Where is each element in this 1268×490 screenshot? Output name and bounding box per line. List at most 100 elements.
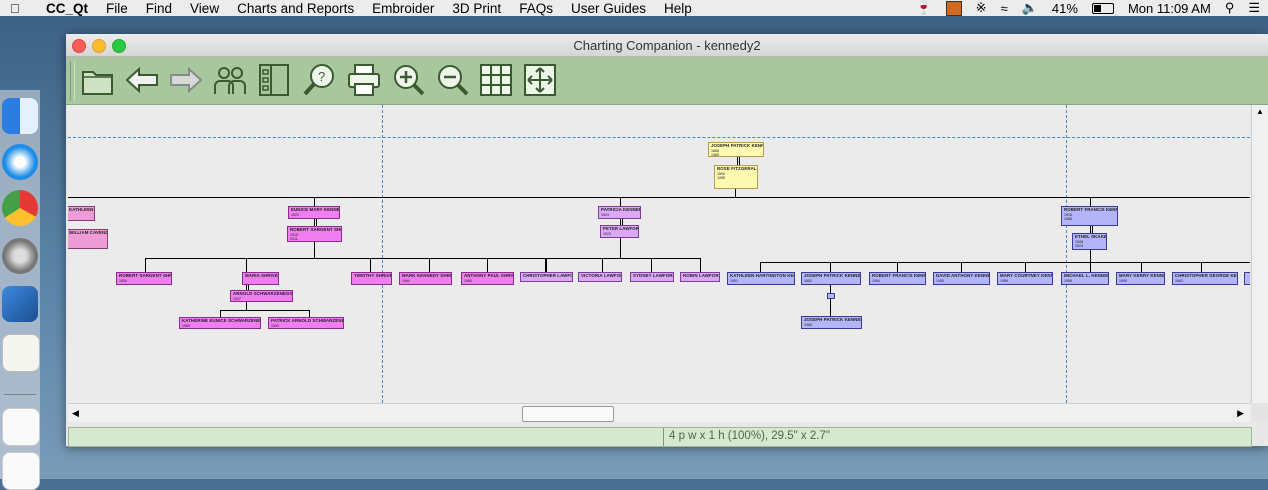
spotlight-search-icon[interactable]: ⚲ [1225,0,1235,16]
clock[interactable]: Mon 11:09 AM [1128,1,1211,16]
menu-charts-and-reports[interactable]: Charts and Reports [237,1,354,16]
horizontal-scrollbar[interactable]: ◀ ▶ [68,403,1250,422]
wine-glass-icon[interactable]: 🍷 [915,0,931,16]
person-box[interactable]: KATHLEEN HARTINGTON KENNEDY 1951 [727,272,795,285]
dock-window-icon[interactable] [2,452,40,490]
bluetooth-icon[interactable]: ※ [976,0,987,16]
person-box[interactable]: MARIA SHRIVER [242,272,279,285]
battery-percent[interactable]: 41% [1052,1,1078,16]
person-box[interactable]: WILLIAM CAVENDISH [68,229,108,249]
menu-view[interactable]: View [190,1,219,16]
help-button[interactable]: ? [302,62,338,98]
scroll-right-icon[interactable]: ▶ [1237,408,1244,419]
person-name: JOSEPH PATRICK KENNEDY III [804,317,861,322]
menu-find[interactable]: Find [146,1,172,16]
menu-app-name[interactable]: CC_Qt [46,1,88,16]
person-date: 1956 [1000,278,1008,283]
person-box[interactable]: SYDNEY LAWFORD [630,272,674,282]
person-box[interactable]: MARY COURTNEY KENNEDY 1956 [997,272,1053,285]
person-date: 1952 [804,278,812,283]
toolbar-grip[interactable] [70,61,75,101]
menu-user-guides[interactable]: User Guides [571,1,646,16]
children-line-shriver [145,258,545,259]
connector-line [1201,262,1202,272]
person-box[interactable]: VICTORIA LAWFORD [578,272,622,282]
system-preferences-icon[interactable] [2,238,38,274]
person-date: 1989 [182,323,190,328]
person-box[interactable]: ROBERT FRANCIS KENNEDY 1954 [869,272,926,285]
zoom-in-button[interactable] [390,62,426,98]
grid-button[interactable] [478,62,514,98]
app-status-icon[interactable] [945,0,962,16]
finder-icon[interactable] [2,98,38,134]
person-box[interactable]: JOSEPH PATRICK KENNEDY II 1952 [801,272,861,285]
connector-line [246,258,247,272]
person-box[interactable]: CHRISTOPHER LAWFORD [520,272,573,282]
charting-companion-window: Charting Companion - kennedy2 ? JOSEPH P… [66,34,1268,447]
scroll-up-icon[interactable]: ▲ [1256,107,1264,116]
person-date: 1963 [1175,278,1183,283]
person-box[interactable]: KATHERINE EUNICE SCHWARZENEGGER 1989 [179,317,261,329]
menu-file[interactable]: File [106,1,128,16]
person-box[interactable]: ANTHONY PAUL SHRIVER 1965 [461,272,514,285]
print-button[interactable] [346,62,382,98]
textedit-icon[interactable] [2,334,40,372]
person-box[interactable]: MARY KERRY KENNEDY 1959 [1116,272,1165,285]
apple-menu-icon[interactable]:  [10,1,24,16]
person-box[interactable]: ARNOLD SCHWARZENEGGER 1947 [230,290,293,302]
person-box[interactable]: DAVID ANTHONY KENNEDY 1955 [933,272,990,285]
person-box[interactable]: MARK KENNEDY SHRIVER 1964 [399,272,452,285]
person-box[interactable]: ROSE FITZGERALD 1890 1995 [714,165,758,189]
person-box[interactable]: JOSEPH PATRICK KENNEDY 1888 1969 [708,142,764,157]
dock-document-icon[interactable] [2,408,40,446]
person-name: KATHLEEN HARTINGTON KENNEDY [730,273,794,278]
person-box[interactable]: ROBERT SARGENT SHRIVER 1915 2011 [287,226,342,242]
chart-canvas[interactable]: JOSEPH PATRICK KENNEDY 1888 1969 ROSE FI… [68,105,1250,403]
wifi-icon[interactable]: ≈ [1001,1,1008,16]
battery-icon[interactable] [1091,2,1114,14]
fit-to-window-button[interactable] [522,62,558,98]
person-box[interactable]: KATHLEEN KENNEDY [68,206,95,221]
person-box[interactable]: EUNICE MARY KENNEDY 1921 [288,206,340,219]
connector-line [370,258,371,272]
status-separator [663,428,664,446]
menu-3d-print[interactable]: 3D Print [452,1,501,16]
chrome-icon[interactable] [2,190,38,226]
person-box[interactable]: PATRICK ARNOLD SCHWARZENEGGER 1993 [268,317,344,329]
list-view-button[interactable] [256,62,292,98]
vertical-scrollbar[interactable]: ▲ [1251,105,1268,403]
person-box[interactable]: ROBIN LAWFORD [680,272,720,282]
person-date: 1969 [711,153,719,157]
notification-center-icon[interactable]: ☰ [1248,0,1260,16]
person-name: MICHAEL L. KENNEDY [1064,273,1109,278]
menu-embroider[interactable]: Embroider [372,1,434,16]
list-icon [259,64,289,96]
people-button[interactable] [212,62,248,98]
scroll-left-icon[interactable]: ◀ [72,408,79,419]
person-box[interactable]: TIMOTHY SHRIVER [351,272,392,285]
connector-line [737,156,738,165]
grid-icon [480,64,512,96]
safari-icon[interactable] [2,144,38,180]
forward-button[interactable] [168,62,204,98]
open-folder-button[interactable] [80,62,116,98]
person-box[interactable]: ROBERT SARGENT SHRIVER 1954 [116,272,172,285]
person-box[interactable]: MICHAEL L. KENNEDY 1958 [1061,272,1109,285]
horizontal-scroll-thumb[interactable] [522,406,614,422]
xcode-icon[interactable] [2,286,38,322]
person-box[interactable]: CHRISTOPHER GEORGE KENNEDY 1963 [1172,272,1238,285]
menu-faqs[interactable]: FAQs [519,1,553,16]
person-box[interactable]: PATRICIA KENNEDY 1924 [598,206,641,219]
volume-icon[interactable]: 🔈 [1022,0,1038,16]
person-date: 1955 [936,278,944,283]
menu-help[interactable]: Help [664,1,692,16]
person-box[interactable]: ROBERT FRANCIS KENNEDY 1925 1968 [1061,206,1118,226]
zoom-out-button[interactable] [434,62,470,98]
title-bar[interactable]: Charting Companion - kennedy2 [66,34,1268,57]
back-button[interactable] [124,62,160,98]
person-box[interactable]: PETER LAWFORD 1923 [600,225,639,238]
person-box-partial[interactable] [1244,272,1250,285]
person-box[interactable]: JOSEPH PATRICK KENNEDY III 1980 [801,316,862,329]
person-box[interactable]: ETHEL SKAKEL 1928 2024 [1072,233,1107,250]
svg-text:?: ? [318,69,325,84]
